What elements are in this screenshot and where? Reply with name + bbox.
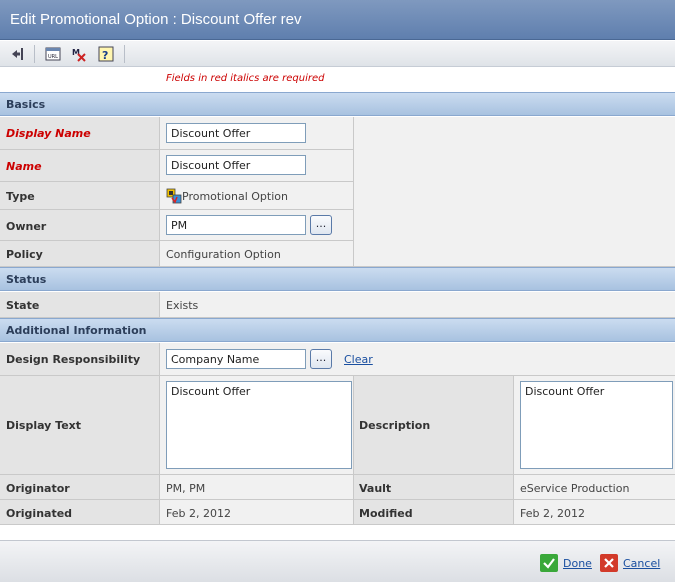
back-button[interactable] bbox=[9, 45, 27, 63]
label-cell: Description bbox=[354, 376, 514, 474]
modified-value: Feb 2, 2012 bbox=[520, 507, 585, 520]
row-design-responsibility: Design Responsibility ... Clear bbox=[0, 343, 675, 376]
value-cell: Promotional Option bbox=[160, 182, 354, 209]
owner-label: Owner bbox=[6, 220, 47, 233]
value-cell bbox=[160, 117, 354, 149]
label-cell: State bbox=[0, 292, 160, 317]
value-cell: PM, PM bbox=[160, 475, 354, 499]
url-icon: URL bbox=[45, 47, 61, 61]
display-text-textarea[interactable]: Discount Offer bbox=[166, 381, 352, 469]
label-cell: Design Responsibility bbox=[0, 343, 160, 375]
originated-value: Feb 2, 2012 bbox=[166, 507, 231, 520]
display-name-label: Display Name bbox=[6, 127, 91, 140]
clear-link[interactable]: Clear bbox=[344, 353, 373, 366]
display-name-input[interactable] bbox=[166, 123, 306, 143]
label-cell: Vault bbox=[354, 475, 514, 499]
state-label: State bbox=[6, 299, 40, 312]
value-cell: Discount Offer bbox=[514, 376, 675, 474]
display-text-label: Display Text bbox=[6, 419, 82, 432]
policy-label: Policy bbox=[6, 248, 43, 261]
design-responsibility-chooser-button[interactable]: ... bbox=[310, 349, 332, 369]
cancel-button[interactable]: Cancel bbox=[600, 554, 660, 572]
toolbar: URL M ? bbox=[0, 41, 675, 67]
required-fields-note: Fields in red italics are required bbox=[166, 73, 325, 84]
name-input[interactable] bbox=[166, 155, 306, 175]
modified-label: Modified bbox=[359, 507, 413, 520]
svg-text:?: ? bbox=[102, 49, 108, 62]
toolbar-separator bbox=[34, 45, 35, 63]
help-icon: ? bbox=[98, 46, 114, 62]
footer-bar: Done Cancel bbox=[0, 540, 675, 582]
vault-label: Vault bbox=[359, 482, 392, 495]
section-basics: Basics bbox=[0, 92, 675, 116]
design-responsibility-label: Design Responsibility bbox=[6, 353, 141, 366]
description-textarea[interactable]: Discount Offer bbox=[520, 381, 673, 469]
label-cell: Name bbox=[0, 150, 160, 181]
value-cell: eService Production bbox=[514, 475, 675, 499]
label-cell: Originated bbox=[0, 500, 160, 524]
owner-chooser-button[interactable]: ... bbox=[310, 215, 332, 235]
description-label: Description bbox=[359, 419, 431, 432]
value-cell: ... Clear bbox=[160, 343, 675, 375]
page-title: Edit Promotional Option : Discount Offer… bbox=[10, 11, 302, 28]
value-cell: Feb 2, 2012 bbox=[514, 500, 675, 524]
row-originator: Originator PM, PM Vault eService Product… bbox=[0, 475, 675, 500]
name-label: Name bbox=[6, 160, 42, 173]
svg-text:URL: URL bbox=[48, 54, 58, 60]
row-display-text: Display Text Discount Offer Description … bbox=[0, 376, 675, 475]
row-state: State Exists bbox=[0, 292, 675, 318]
design-responsibility-input[interactable] bbox=[166, 349, 306, 369]
close-icon bbox=[600, 554, 618, 572]
label-cell: Type bbox=[0, 182, 160, 209]
originated-label: Originated bbox=[6, 507, 73, 520]
back-arrow-icon bbox=[12, 48, 23, 60]
value-cell: Exists bbox=[160, 292, 675, 317]
label-cell: Display Text bbox=[0, 376, 160, 474]
mark-remove-icon: M bbox=[72, 48, 86, 62]
section-title: Status bbox=[6, 273, 47, 286]
cancel-label: Cancel bbox=[623, 556, 661, 570]
originator-value: PM, PM bbox=[166, 482, 206, 495]
label-cell: Originator bbox=[0, 475, 160, 499]
section-additional-information: Additional Information bbox=[0, 318, 675, 342]
label-cell: Owner bbox=[0, 210, 160, 240]
section-status: Status bbox=[0, 267, 675, 291]
value-cell bbox=[160, 150, 354, 181]
done-label: Done bbox=[563, 556, 592, 570]
done-button[interactable]: Done bbox=[540, 554, 592, 572]
owner-input[interactable] bbox=[166, 215, 306, 235]
basics-right-empty bbox=[354, 117, 675, 267]
value-cell: Feb 2, 2012 bbox=[160, 500, 354, 524]
value-cell: Configuration Option bbox=[160, 241, 354, 266]
mark-remove-button[interactable]: M bbox=[70, 45, 88, 63]
type-value: Promotional Option bbox=[182, 190, 288, 203]
checkmark-icon bbox=[540, 554, 558, 572]
help-button[interactable]: ? bbox=[97, 45, 115, 63]
section-title: Basics bbox=[6, 98, 46, 111]
state-value: Exists bbox=[166, 299, 199, 312]
row-originated: Originated Feb 2, 2012 Modified Feb 2, 2… bbox=[0, 500, 675, 525]
url-button[interactable]: URL bbox=[44, 45, 62, 63]
promotional-option-icon bbox=[166, 188, 182, 204]
label-cell: Modified bbox=[354, 500, 514, 524]
toolbar-separator bbox=[124, 45, 125, 63]
value-cell: Discount Offer bbox=[160, 376, 354, 474]
policy-value: Configuration Option bbox=[166, 248, 281, 261]
vault-value: eService Production bbox=[520, 482, 630, 495]
section-title: Additional Information bbox=[6, 324, 147, 337]
originator-label: Originator bbox=[6, 482, 70, 495]
value-cell: ... bbox=[160, 210, 354, 240]
type-label: Type bbox=[6, 190, 35, 203]
label-cell: Display Name bbox=[0, 117, 160, 149]
title-bar: Edit Promotional Option : Discount Offer… bbox=[0, 0, 675, 40]
label-cell: Policy bbox=[0, 241, 160, 266]
